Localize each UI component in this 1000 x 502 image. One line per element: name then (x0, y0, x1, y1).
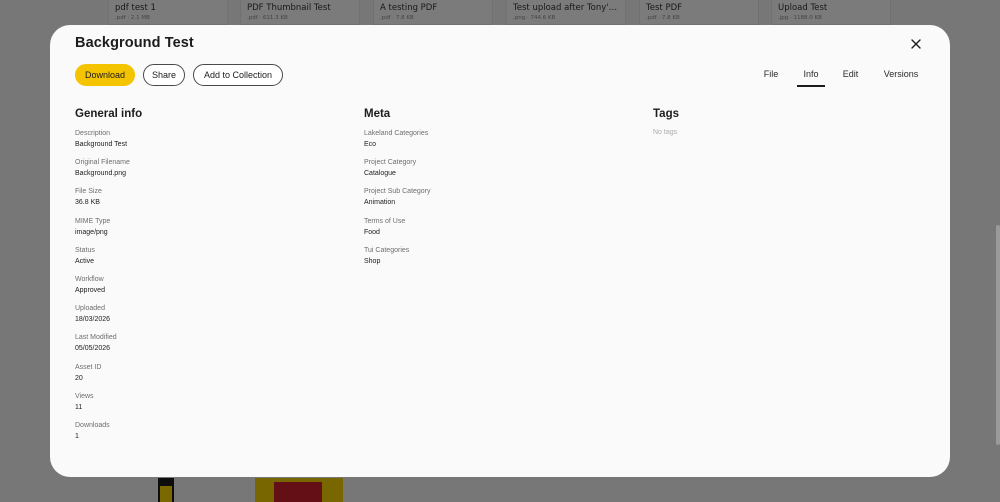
field-label: Status (75, 246, 95, 254)
info-field: File Size 36.8 KB (75, 187, 335, 216)
info-field: Downloads 1 (75, 421, 335, 450)
field-value: Animation (364, 199, 396, 207)
modal-title: Background Test (75, 35, 194, 51)
field-value: 05/05/2026 (75, 345, 111, 353)
meta-field: Project Category Catalogue (364, 158, 624, 187)
field-value: Background.png (75, 170, 126, 178)
field-label: Asset ID (75, 363, 102, 371)
field-label: Project Sub Category (364, 188, 431, 196)
page-scrollbar[interactable] (996, 225, 1000, 445)
info-field: Status Active (75, 246, 335, 275)
close-icon (911, 39, 921, 49)
asset-details-modal: Background Test Download Share Add to Co… (50, 25, 950, 477)
tab-info[interactable]: Info (797, 67, 825, 87)
field-value: Catalogue (364, 170, 396, 178)
field-label: Lakeland Categories (364, 130, 429, 137)
meta-field: Lakeland Categories Eco (364, 129, 624, 158)
field-label: MIME Type (75, 217, 111, 225)
field-value: 11 (75, 403, 83, 411)
info-field: Original Filename Background.png (75, 158, 335, 187)
info-field: Workflow Approved (75, 275, 335, 304)
field-label: Terms of Use (364, 217, 406, 225)
field-label: Downloads (75, 421, 110, 429)
field-value: Shop (364, 257, 381, 265)
meta-heading: Meta (364, 108, 391, 120)
meta-field: Terms of Use Food (364, 217, 624, 246)
field-value: 1 (75, 432, 79, 440)
info-field: MIME Type image/png (75, 217, 335, 246)
field-label: File Size (75, 188, 102, 196)
field-label: Description (75, 130, 111, 137)
field-value: Eco (364, 141, 377, 148)
field-label: Workflow (75, 275, 104, 283)
field-label: Last Modified (75, 334, 117, 342)
field-value: Food (364, 228, 380, 236)
field-label: Tui Categories (364, 246, 410, 254)
field-value: 18/03/2026 (75, 316, 111, 324)
field-label: Uploaded (75, 305, 105, 313)
tab-file[interactable]: File (763, 67, 779, 87)
field-value: 20 (75, 374, 83, 382)
general-info-section: General info Description Background Test… (75, 108, 335, 450)
info-field: Uploaded 18/03/2026 (75, 304, 335, 333)
field-label: Original Filename (75, 159, 130, 167)
info-field: Asset ID 20 (75, 363, 335, 392)
info-field: Last Modified 05/05/2026 (75, 333, 335, 362)
field-label: Project Category (364, 159, 417, 167)
field-value: 36.8 KB (75, 199, 100, 207)
info-field: Views 11 (75, 392, 335, 421)
meta-section: Meta Lakeland Categories Eco Project Cat… (364, 108, 624, 275)
tags-section: Tags No tags (653, 108, 913, 136)
meta-field: Project Sub Category Animation (364, 187, 624, 216)
no-tags-text: No tags (653, 129, 678, 136)
general-info-heading: General info (75, 108, 143, 120)
field-value: image/png (75, 228, 108, 236)
tab-bar: File Info Edit Versions (50, 67, 950, 87)
field-value: Background Test (75, 141, 128, 148)
field-label: Views (75, 392, 94, 400)
field-value: Active (75, 257, 95, 265)
tags-heading: Tags (653, 108, 679, 120)
meta-field: Tui Categories Shop (364, 246, 624, 275)
info-field: Description Background Test (75, 129, 335, 158)
tab-edit[interactable]: Edit (842, 67, 859, 87)
field-value: Approved (75, 286, 105, 294)
close-button[interactable] (909, 37, 923, 51)
tab-versions[interactable]: Versions (882, 67, 920, 87)
